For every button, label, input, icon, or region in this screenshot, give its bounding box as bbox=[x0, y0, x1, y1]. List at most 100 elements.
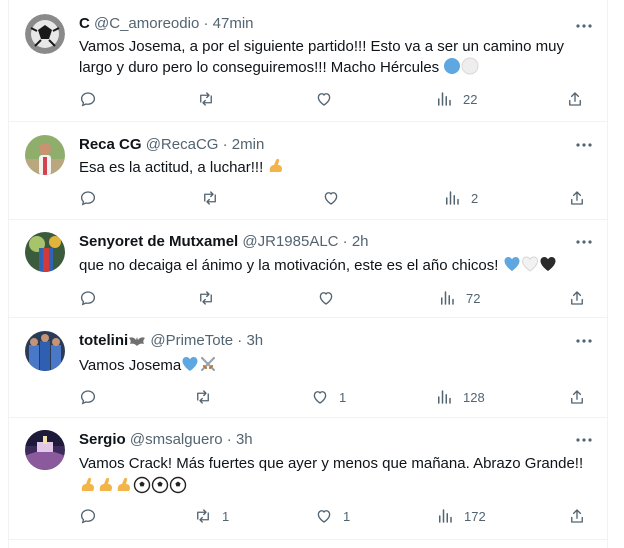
retweet-icon bbox=[204, 191, 216, 205]
reply-button[interactable] bbox=[79, 506, 107, 526]
like-button[interactable]: 1 bbox=[311, 387, 346, 407]
views-icon bbox=[446, 191, 459, 205]
timestamp[interactable]: 2min bbox=[232, 136, 265, 153]
more-icon[interactable] bbox=[574, 331, 594, 351]
views-icon bbox=[438, 92, 451, 106]
retweet-button[interactable] bbox=[197, 288, 225, 308]
retweet-button[interactable] bbox=[197, 89, 225, 109]
avatar[interactable] bbox=[25, 430, 65, 470]
like-button[interactable] bbox=[317, 288, 345, 308]
tweet-text: que no decaiga el ánimo y la motivación,… bbox=[79, 255, 589, 276]
heart-icon bbox=[324, 192, 338, 205]
views-button[interactable]: 22 bbox=[435, 89, 477, 109]
retweet-icon bbox=[197, 509, 209, 523]
tweet-text: Vamos Crack! Más fuertes que ayer y meno… bbox=[79, 454, 589, 497]
share-button[interactable] bbox=[568, 506, 586, 526]
tweet[interactable]: Senyoret de Mutxamel @JR1985ALC · 2h que… bbox=[9, 220, 608, 318]
avatar[interactable] bbox=[25, 135, 65, 175]
reply-button[interactable] bbox=[79, 89, 107, 109]
tweet-text-line: Vamos Josema bbox=[79, 357, 182, 374]
timestamp[interactable]: 3h bbox=[236, 431, 253, 448]
retweet-button[interactable] bbox=[201, 188, 229, 208]
tweet-text: Vamos Josema, a por el siguiente partido… bbox=[79, 37, 589, 78]
share-button[interactable] bbox=[568, 188, 586, 208]
user-name[interactable]: C bbox=[79, 15, 90, 32]
reply-icon bbox=[80, 291, 96, 306]
reply-icon bbox=[80, 390, 96, 405]
separator: · bbox=[342, 233, 348, 250]
reply-icon bbox=[80, 191, 96, 206]
avatar[interactable] bbox=[25, 14, 65, 54]
like-count: 1 bbox=[343, 508, 351, 524]
views-button[interactable]: 72 bbox=[438, 288, 480, 308]
user-handle[interactable]: @C_amoreodio bbox=[94, 15, 199, 32]
black-heart-emoji-icon bbox=[540, 257, 556, 271]
share-icon bbox=[569, 92, 581, 106]
reply-button[interactable] bbox=[79, 188, 107, 208]
flexed-biceps-emoji-icon bbox=[99, 477, 112, 491]
heart-icon bbox=[317, 93, 331, 106]
tweet-text-line: largo y duro pero lo conseguiremos!!! Ma… bbox=[79, 59, 440, 76]
soccer-ball-emoji-icon bbox=[169, 476, 187, 494]
views-button[interactable]: 128 bbox=[435, 387, 485, 407]
blue-heart-emoji-icon bbox=[504, 257, 520, 271]
tweet[interactable]: totelini @PrimeTote · 3h Vamos Josema 1 bbox=[9, 318, 608, 418]
share-icon bbox=[571, 291, 583, 305]
share-button[interactable] bbox=[568, 387, 586, 407]
separator: · bbox=[237, 332, 243, 349]
user-name[interactable]: Reca CG bbox=[79, 136, 142, 153]
retweet-button[interactable] bbox=[194, 387, 222, 407]
tweet[interactable]: C @C_amoreodio · 47min Vamos Josema, a p… bbox=[9, 0, 608, 122]
like-button[interactable] bbox=[315, 89, 343, 109]
views-count: 72 bbox=[466, 290, 481, 306]
timestamp[interactable]: 3h bbox=[246, 332, 263, 349]
flexed-biceps-emoji-icon bbox=[81, 477, 94, 491]
avatar[interactable] bbox=[25, 232, 65, 272]
reply-button[interactable] bbox=[79, 387, 107, 407]
share-button[interactable] bbox=[568, 288, 586, 308]
tweet-text-line: que no decaiga el ánimo y la motivación,… bbox=[79, 257, 499, 274]
flexed-biceps-emoji-icon bbox=[117, 477, 130, 491]
user-handle[interactable]: @JR1985ALC bbox=[242, 233, 338, 250]
more-icon[interactable] bbox=[574, 16, 594, 36]
like-count: 1 bbox=[339, 389, 347, 405]
user-name[interactable]: Sergio bbox=[79, 431, 126, 448]
heart-icon bbox=[317, 510, 331, 523]
more-icon[interactable] bbox=[574, 430, 594, 450]
reply-button[interactable] bbox=[79, 288, 107, 308]
separator: · bbox=[226, 431, 232, 448]
user-handle[interactable]: @smsalguero bbox=[130, 431, 223, 448]
more-icon[interactable] bbox=[574, 135, 594, 155]
more-icon[interactable] bbox=[574, 232, 594, 252]
heart-icon bbox=[313, 391, 327, 404]
tweet[interactable]: Sergio @smsalguero · 3h Vamos Crack! Más… bbox=[9, 418, 608, 540]
user-name[interactable]: totelini bbox=[79, 332, 128, 349]
blue-circle-emoji-icon bbox=[444, 58, 461, 74]
separator: · bbox=[222, 136, 228, 153]
retweet-icon bbox=[200, 291, 212, 305]
views-count: 128 bbox=[463, 389, 485, 405]
tweet-text: Vamos Josema bbox=[79, 355, 589, 376]
views-button[interactable]: 2 bbox=[443, 188, 478, 208]
user-handle[interactable]: @RecaCG bbox=[146, 136, 219, 153]
tweet-text-line: Vamos Josema, a por el siguiente partido… bbox=[79, 38, 564, 55]
tweet[interactable]: Reca CG @RecaCG · 2min Esa es la actitud… bbox=[9, 122, 608, 220]
views-count: 172 bbox=[464, 508, 486, 524]
avatar[interactable] bbox=[25, 331, 65, 371]
user-name[interactable]: Senyoret de Mutxamel bbox=[79, 233, 238, 250]
user-handle[interactable]: @PrimeTote bbox=[150, 332, 233, 349]
like-button[interactable]: 1 bbox=[315, 506, 350, 526]
share-icon bbox=[571, 191, 583, 205]
share-button[interactable] bbox=[566, 89, 584, 109]
views-button[interactable]: 172 bbox=[436, 506, 486, 526]
timestamp[interactable]: 2h bbox=[352, 233, 369, 250]
tweet-text-line: Vamos Crack! Más fuertes que ayer y meno… bbox=[79, 455, 584, 472]
views-icon bbox=[441, 291, 454, 305]
views-count: 22 bbox=[463, 91, 478, 107]
timestamp[interactable]: 47min bbox=[213, 15, 254, 32]
tweet-text: Esa es la actitud, a luchar!!! bbox=[79, 157, 589, 178]
like-button[interactable] bbox=[322, 188, 350, 208]
retweet-button[interactable]: 1 bbox=[194, 506, 229, 526]
white-circle-emoji-icon bbox=[461, 57, 479, 75]
bat-emoji-icon bbox=[129, 337, 146, 346]
